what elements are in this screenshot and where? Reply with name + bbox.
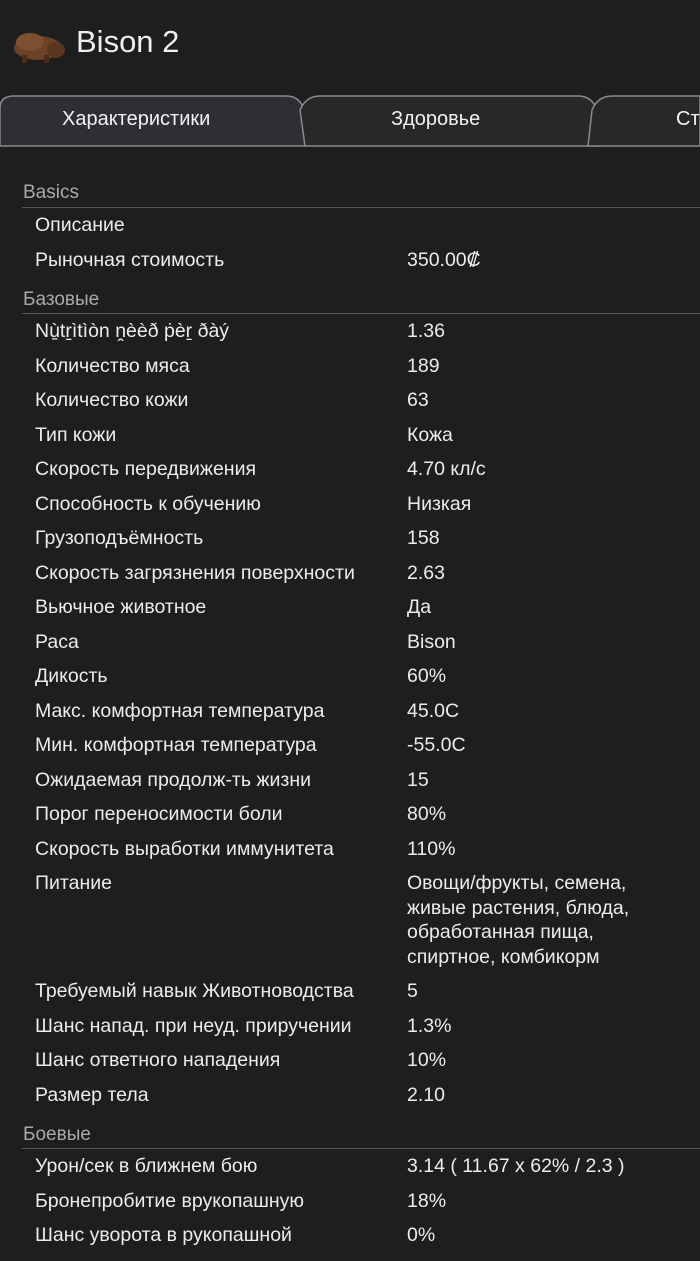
stat-label: Рыночная стоимость (35, 248, 225, 271)
stat-row[interactable]: Макс. комфортная температура 45.0C (0, 694, 700, 729)
stat-row[interactable]: Мин. комфортная температура -55.0C (0, 728, 700, 763)
stat-row[interactable]: Вьючное животное Да (0, 590, 700, 625)
tab-characteristics[interactable]: Характеристики (62, 108, 210, 131)
basics-rows: Описание Рыночная стоимость 350.00₡ (0, 208, 700, 277)
stat-row[interactable]: Количество кожи 63 (0, 383, 700, 418)
header: Bison 2 (0, 0, 700, 92)
stat-row[interactable]: Nù̱tṟìtìòn ṋèèð ṗèṟ ðàý 1.36 (0, 314, 700, 349)
stat-row[interactable]: Бронепробитие врукопашную 18% (0, 1184, 700, 1219)
stat-label: Раса (35, 630, 79, 653)
stat-label: Шанс ответного нападения (35, 1049, 281, 1071)
stat-row[interactable]: Питание Овощи/фрукты, семена, живые расте… (0, 866, 700, 974)
stat-label: Макс. комфортная температура (35, 699, 325, 722)
stat-label: Бронепробитие врукопашную (35, 1189, 305, 1212)
stat-value: 189 (407, 354, 440, 377)
stat-row[interactable]: Рыночная стоимость 350.00₡ (0, 243, 700, 278)
stat-value: 2.10 (407, 1083, 445, 1106)
stat-value: 63 (407, 389, 429, 411)
stat-value: Овощи/фрукты, семена, живые растения, бл… (407, 872, 630, 968)
stat-row[interactable]: Ожидаемая продолж-ть жизни 15 (0, 763, 700, 798)
base-rows: Nù̱tṟìtìòn ṋèèð ṗèṟ ðàý 1.36 Количество мя… (0, 314, 700, 1112)
stat-label: Скорость выработки иммунитета (35, 837, 334, 860)
stat-row[interactable]: Количество мяса 189 (0, 349, 700, 384)
stat-row[interactable]: Грузоподъёмность 158 (0, 521, 700, 556)
stat-label: Скорость загрязнения поверхности (35, 561, 355, 584)
tab-health[interactable]: Здоровье (391, 108, 480, 131)
stat-value (407, 213, 687, 238)
stats-panel: Basics Описание Рыночная стоимость 350.00₡… (0, 170, 700, 1253)
stat-row[interactable]: Шанс ответного нападения 10% (0, 1043, 700, 1078)
stat-row[interactable]: Шанс уворота в рукопашной 0% (0, 1218, 700, 1253)
stat-label: Мин. комфортная температура (35, 734, 317, 756)
stat-label: Nù̱tṟìtìòn ṋèèð ṗèṟ ðàý (35, 320, 230, 342)
section-base: Базовые (22, 277, 700, 314)
stat-value: 18% (407, 1189, 447, 1212)
stat-label: Шанс напад. при неуд. приручении (35, 1014, 352, 1037)
page-title: Bison 2 (76, 24, 180, 59)
stat-row[interactable]: Способность к обучению Низкая (0, 487, 700, 522)
stat-label: Порог переносимости боли (35, 803, 283, 825)
stat-row[interactable]: Урон/сек в ближнем бою 3.14 ( 11.67 x 62%… (0, 1149, 700, 1184)
stat-label: Питание (35, 872, 112, 894)
stat-value: 3.14 ( 11.67 x 62% / 2.3 ) (407, 1155, 625, 1177)
stat-row[interactable]: Дикость 60% (0, 659, 700, 694)
stat-value: -55.0C (407, 734, 466, 756)
stat-label: Способность к обучению (35, 492, 261, 515)
stat-value: 110% (407, 837, 456, 860)
stat-value: 10% (407, 1049, 447, 1071)
stat-row[interactable]: Тип кожи Кожа (0, 418, 700, 453)
stat-value: Низкая (407, 492, 472, 515)
stat-value: 4.70 кл/с (407, 458, 486, 480)
stat-label: Урон/сек в ближнем бою (35, 1155, 258, 1177)
stat-value: 2.63 (407, 561, 445, 584)
section-combat: Боевые (22, 1112, 700, 1149)
bison-icon (14, 33, 65, 63)
stat-value: 45.0C (407, 699, 460, 722)
stat-label: Количество мяса (35, 354, 190, 377)
stat-row[interactable]: Скорость выработки иммунитета 110% (0, 832, 700, 867)
stat-value: 158 (407, 527, 440, 549)
stat-value: 5 (407, 980, 418, 1002)
stat-row[interactable]: Раса Bison (0, 625, 700, 660)
stat-row[interactable]: Скорость загрязнения поверхности 2.63 (0, 556, 700, 591)
stat-value: Кожа (407, 423, 453, 446)
stat-label: Требуемый навык Животноводства (35, 980, 354, 1002)
stat-row[interactable]: Скорость передвижения 4.70 кл/с (0, 452, 700, 487)
stat-label: Грузоподъёмность (35, 527, 204, 549)
stat-value: 0% (407, 1224, 436, 1246)
stat-label: Дикость (35, 665, 108, 687)
tab-st[interactable]: Ст (676, 108, 700, 131)
stat-value: 1.3% (407, 1014, 452, 1037)
stat-value: Да (407, 596, 432, 618)
stat-value: 15 (407, 768, 429, 791)
section-basics: Basics (22, 170, 700, 208)
combat-rows: Урон/сек в ближнем бою 3.14 ( 11.67 x 62%… (0, 1149, 700, 1253)
stat-row[interactable]: Размер тела 2.10 (0, 1078, 700, 1113)
stat-row[interactable]: Порог переносимости боли 80% (0, 797, 700, 832)
stat-row[interactable]: Шанс напад. при неуд. приручении 1.3% (0, 1009, 700, 1044)
stat-value: Bison (407, 630, 456, 653)
stat-value: 60% (407, 665, 447, 687)
stat-label: Тип кожи (35, 423, 117, 446)
stat-label: Описание (35, 214, 125, 236)
stat-label: Количество кожи (35, 389, 189, 411)
stat-label: Размер тела (35, 1083, 149, 1106)
stat-label: Вьючное животное (35, 596, 207, 618)
stat-row[interactable]: Требуемый навык Животноводства 5 (0, 974, 700, 1009)
stat-row[interactable]: Описание (0, 208, 700, 243)
stat-label: Ожидаемая продолж-ть жизни (35, 768, 311, 791)
stat-value: 350.00₡ (407, 248, 481, 271)
stat-label: Скорость передвижения (35, 458, 257, 480)
stat-label: Шанс уворота в рукопашной (35, 1224, 292, 1246)
stat-value: 80% (407, 803, 447, 825)
stat-value: 1.36 (407, 320, 445, 342)
